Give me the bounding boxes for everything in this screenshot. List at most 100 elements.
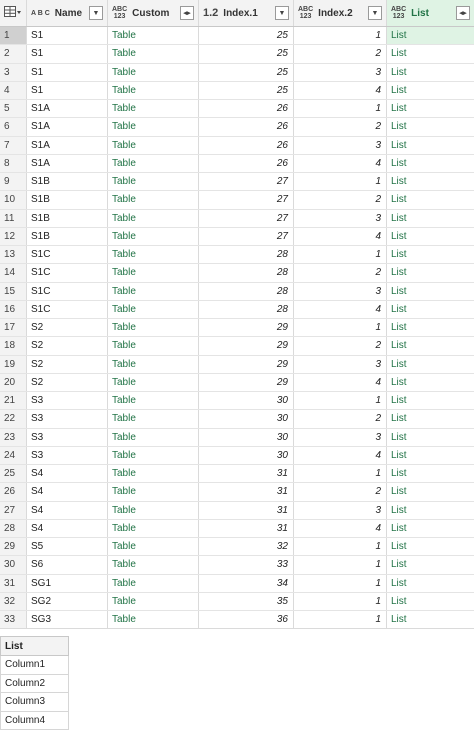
cell-index1[interactable]: 30 xyxy=(199,447,294,464)
row-number[interactable]: 6 xyxy=(0,118,27,135)
cell-index2[interactable]: 2 xyxy=(294,337,387,354)
table-row[interactable]: 7S1ATable263List xyxy=(0,137,474,155)
cell-index2[interactable]: 1 xyxy=(294,575,387,592)
cell-name[interactable]: S1A xyxy=(27,155,108,172)
cell-custom-table-link[interactable]: Table xyxy=(108,64,199,81)
cell-name[interactable]: S1 xyxy=(27,82,108,99)
cell-custom-table-link[interactable]: Table xyxy=(108,538,199,555)
cell-name[interactable]: S1C xyxy=(27,301,108,318)
table-row[interactable]: 28S4Table314List xyxy=(0,520,474,538)
cell-custom-table-link[interactable]: Table xyxy=(108,429,199,446)
cell-index2[interactable]: 3 xyxy=(294,137,387,154)
cell-list-link[interactable]: List xyxy=(387,118,474,135)
cell-list-link[interactable]: List xyxy=(387,593,474,610)
cell-index2[interactable]: 2 xyxy=(294,118,387,135)
cell-index2[interactable]: 2 xyxy=(294,264,387,281)
cell-list-link[interactable]: List xyxy=(387,611,474,628)
row-number[interactable]: 29 xyxy=(0,538,27,555)
row-number[interactable]: 15 xyxy=(0,283,27,300)
cell-index2[interactable]: 2 xyxy=(294,45,387,62)
cell-list-link[interactable]: List xyxy=(387,429,474,446)
cell-list-link[interactable]: List xyxy=(387,374,474,391)
cell-custom-table-link[interactable]: Table xyxy=(108,100,199,117)
row-number[interactable]: 21 xyxy=(0,392,27,409)
table-row[interactable]: 6S1ATable262List xyxy=(0,118,474,136)
cell-index2[interactable]: 1 xyxy=(294,465,387,482)
table-row[interactable]: 2S1Table252List xyxy=(0,45,474,63)
cell-index1[interactable]: 31 xyxy=(199,465,294,482)
row-number[interactable]: 27 xyxy=(0,502,27,519)
cell-list-link[interactable]: List xyxy=(387,301,474,318)
column-header-index1[interactable]: 1.2 Index.1 ▼ xyxy=(199,0,294,26)
cell-custom-table-link[interactable]: Table xyxy=(108,593,199,610)
cell-list-link[interactable]: List xyxy=(387,82,474,99)
cell-list-link[interactable]: List xyxy=(387,392,474,409)
row-number[interactable]: 32 xyxy=(0,593,27,610)
cell-index2[interactable]: 3 xyxy=(294,64,387,81)
cell-index2[interactable]: 4 xyxy=(294,228,387,245)
cell-list-link[interactable]: List xyxy=(387,337,474,354)
cell-index1[interactable]: 25 xyxy=(199,64,294,81)
cell-name[interactable]: SG1 xyxy=(27,575,108,592)
cell-index1[interactable]: 30 xyxy=(199,429,294,446)
filter-dropdown-icon[interactable]: ▼ xyxy=(275,6,289,20)
cell-list-link[interactable]: List xyxy=(387,228,474,245)
cell-name[interactable]: SG2 xyxy=(27,593,108,610)
row-number[interactable]: 7 xyxy=(0,137,27,154)
cell-custom-table-link[interactable]: Table xyxy=(108,283,199,300)
cell-index2[interactable]: 4 xyxy=(294,155,387,172)
cell-index2[interactable]: 2 xyxy=(294,191,387,208)
cell-index1[interactable]: 34 xyxy=(199,575,294,592)
row-number[interactable]: 16 xyxy=(0,301,27,318)
cell-list-link[interactable]: List xyxy=(387,246,474,263)
table-row[interactable]: 33SG3Table361List xyxy=(0,611,474,629)
cell-index1[interactable]: 31 xyxy=(199,483,294,500)
cell-custom-table-link[interactable]: Table xyxy=(108,319,199,336)
table-row[interactable]: 15S1CTable283List xyxy=(0,283,474,301)
table-row[interactable]: 24S3Table304List xyxy=(0,447,474,465)
cell-index2[interactable]: 3 xyxy=(294,429,387,446)
cell-custom-table-link[interactable]: Table xyxy=(108,392,199,409)
cell-index1[interactable]: 32 xyxy=(199,538,294,555)
table-row[interactable]: 29S5Table321List xyxy=(0,538,474,556)
cell-custom-table-link[interactable]: Table xyxy=(108,483,199,500)
cell-name[interactable]: S4 xyxy=(27,483,108,500)
table-row[interactable]: 22S3Table302List xyxy=(0,410,474,428)
cell-custom-table-link[interactable]: Table xyxy=(108,210,199,227)
row-number[interactable]: 28 xyxy=(0,520,27,537)
cell-index2[interactable]: 1 xyxy=(294,392,387,409)
cell-name[interactable]: S2 xyxy=(27,337,108,354)
cell-custom-table-link[interactable]: Table xyxy=(108,502,199,519)
cell-custom-table-link[interactable]: Table xyxy=(108,191,199,208)
cell-list-link[interactable]: List xyxy=(387,502,474,519)
cell-index1[interactable]: 35 xyxy=(199,593,294,610)
cell-list-link[interactable]: List xyxy=(387,64,474,81)
cell-list-link[interactable]: List xyxy=(387,319,474,336)
cell-custom-table-link[interactable]: Table xyxy=(108,27,199,44)
cell-index1[interactable]: 30 xyxy=(199,410,294,427)
table-row[interactable]: 1S1Table251List xyxy=(0,27,474,45)
cell-index1[interactable]: 28 xyxy=(199,283,294,300)
cell-name[interactable]: S1C xyxy=(27,283,108,300)
cell-index2[interactable]: 3 xyxy=(294,283,387,300)
cell-name[interactable]: S2 xyxy=(27,356,108,373)
cell-index2[interactable]: 1 xyxy=(294,100,387,117)
cell-index2[interactable]: 4 xyxy=(294,447,387,464)
cell-index1[interactable]: 27 xyxy=(199,210,294,227)
cell-custom-table-link[interactable]: Table xyxy=(108,556,199,573)
cell-index2[interactable]: 1 xyxy=(294,538,387,555)
table-row[interactable]: 9S1BTable271List xyxy=(0,173,474,191)
cell-index1[interactable]: 30 xyxy=(199,392,294,409)
cell-index1[interactable]: 27 xyxy=(199,191,294,208)
cell-custom-table-link[interactable]: Table xyxy=(108,410,199,427)
column-header-list[interactable]: ABC123 List ◂▸ xyxy=(387,0,474,26)
filter-dropdown-icon[interactable]: ▼ xyxy=(368,6,382,20)
cell-name[interactable]: S2 xyxy=(27,374,108,391)
cell-list-link[interactable]: List xyxy=(387,27,474,44)
cell-index2[interactable]: 4 xyxy=(294,82,387,99)
cell-name[interactable]: S1C xyxy=(27,264,108,281)
row-number[interactable]: 33 xyxy=(0,611,27,628)
cell-list-link[interactable]: List xyxy=(387,538,474,555)
cell-index1[interactable]: 28 xyxy=(199,301,294,318)
cell-index1[interactable]: 29 xyxy=(199,356,294,373)
